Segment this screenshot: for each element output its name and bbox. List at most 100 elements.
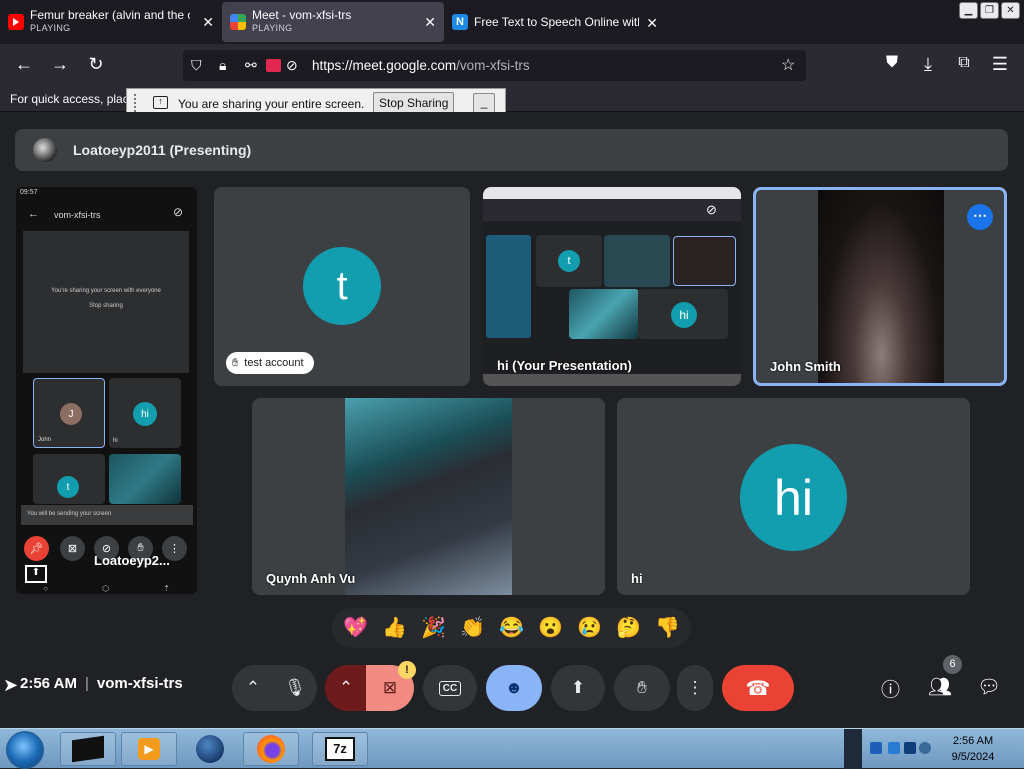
action-center-icon[interactable] <box>904 742 916 754</box>
pin-icon: 📌︎ <box>24 536 49 561</box>
phone-mini-tile-john: J John <box>33 378 105 448</box>
tab-title: Meet - vom-xfsi-trs <box>252 9 352 22</box>
microphone-icon: 🎙︎ <box>284 678 306 697</box>
tile-test-account[interactable]: t ✋︎ test account <box>214 187 470 386</box>
participant-count-badge: 6 <box>943 655 962 674</box>
chevron-up-icon: ⌃ <box>338 678 354 697</box>
captions-button[interactable]: CC <box>423 665 477 711</box>
reaction-sad-button[interactable]: 😢 <box>577 618 602 638</box>
sharing-message: You are sharing your entire screen. <box>178 97 365 111</box>
audio-options-button[interactable]: ⌃ <box>232 665 274 711</box>
presentation-mini-tile-john <box>673 236 736 286</box>
reaction-surprised-button[interactable]: 😮 <box>538 618 563 638</box>
meeting-time: 2:56 AM <box>20 675 77 692</box>
tab-title: Femur breaker (alvin and the ch <box>30 9 190 22</box>
permissions-icon[interactable]: ⚯ <box>245 57 257 74</box>
tile-your-presentation[interactable]: ⊘ t hi hi (Your Presentation) <box>483 187 741 386</box>
reaction-thinking-button[interactable]: 🤔 <box>616 618 641 638</box>
screen-share-indicator-icon[interactable] <box>266 59 281 72</box>
share-screen-icon: ↑ <box>153 96 168 109</box>
avatar: hi <box>133 402 157 426</box>
url-text[interactable]: https://meet.google.com/vom-xfsi-trs <box>312 58 530 73</box>
tile-phone-presenter[interactable]: 09:57 ← vom-xfsi-trs ⊘ You're sharing yo… <box>16 187 197 594</box>
tile-name: hi <box>631 571 643 586</box>
tray-overflow[interactable] <box>844 729 862 769</box>
phone-room-title: vom-xfsi-trs <box>54 210 101 220</box>
tab-femur-breaker[interactable]: Femur breaker (alvin and the ch PLAYING … <box>0 2 222 42</box>
presentation-sidebar-thumb <box>486 235 531 338</box>
reaction-party-button[interactable]: 🎉 <box>421 618 446 638</box>
reaction-thumbs-up-button[interactable]: 👍 <box>382 618 407 638</box>
phone-sharing-text: You're sharing your screen with everyone <box>51 288 161 294</box>
reaction-thumbs-down-button[interactable]: 👎 <box>655 618 680 638</box>
chat-icon[interactable]: 💬︎ <box>977 675 1001 699</box>
firefox-icon[interactable] <box>243 732 299 766</box>
more-options-button[interactable]: ⋮ <box>677 665 713 711</box>
reaction-heart-button[interactable]: 💖 <box>343 618 368 638</box>
network-icon[interactable] <box>870 742 882 754</box>
hand-icon: ✋︎ <box>232 356 239 369</box>
reaction-laugh-button[interactable]: 😂 <box>499 618 524 638</box>
leave-call-button[interactable]: ☎︎ <box>722 665 794 711</box>
tile-name: Quynh Anh Vu <box>266 571 356 586</box>
tile-name: hi (Your Presentation) <box>497 358 632 373</box>
start-button[interactable] <box>6 731 44 769</box>
drag-handle[interactable] <box>134 94 136 112</box>
downloads-icon[interactable]: ⤓ <box>917 54 939 75</box>
display-icon[interactable] <box>888 742 900 754</box>
pocket-icon[interactable]: ⛊ <box>881 54 903 72</box>
tile-quynh-anh-vu[interactable]: Quynh Anh Vu <box>252 398 605 595</box>
media-player-icon[interactable]: ▶ <box>121 732 177 766</box>
raise-hand-button[interactable]: ✋︎ <box>614 665 670 711</box>
minimize-window-icon[interactable]: ▁ <box>959 2 978 19</box>
john-video-feed <box>818 190 944 383</box>
tile-hi[interactable]: hi hi <box>617 398 970 595</box>
clock-date: 9/5/2024 <box>951 751 995 763</box>
globe-icon[interactable] <box>182 732 238 766</box>
taskbar-clock[interactable]: 2:56 AM 9/5/2024 <box>934 733 1012 765</box>
more-options-button[interactable]: ⋯ <box>967 204 993 230</box>
hand-icon: ✋︎ <box>637 678 647 697</box>
navigation-toolbar: ← → ↻ ⛉ 🔒︎ ⚯ ⊘ https://meet.google.com/v… <box>0 44 1024 86</box>
reload-icon[interactable]: ↻ <box>85 54 107 75</box>
back-icon[interactable]: ← <box>13 54 35 75</box>
shield-icon[interactable]: ⛉ <box>191 57 202 74</box>
presentation-taskbar <box>483 374 741 386</box>
forward-icon[interactable]: → <box>49 54 71 75</box>
tab-text-to-speech[interactable]: N Free Text to Speech Online with ✕ <box>444 2 666 42</box>
7zip-icon[interactable]: 7z <box>312 732 368 766</box>
video-options-button[interactable]: ⌃ <box>325 665 367 711</box>
mini-name: hi <box>113 438 118 444</box>
tile-name: test account <box>244 357 304 369</box>
phone-status-time: 09:57 <box>20 189 38 196</box>
emoji-reactions-button[interactable]: ☻ <box>486 665 542 711</box>
address-bar[interactable]: ⛉ 🔒︎ ⚯ ⊘ https://meet.google.com/vom-xfs… <box>183 50 806 81</box>
microphone-button[interactable]: 🎙︎ <box>273 665 317 711</box>
tab-meet[interactable]: Meet - vom-xfsi-trs PLAYING ✕ <box>222 2 444 42</box>
phone-stop-sharing: Stop sharing <box>89 303 123 309</box>
bookmark-star-icon[interactable]: ☆ <box>781 55 795 75</box>
people-icon[interactable]: 👥︎ <box>928 675 952 699</box>
lock-icon[interactable]: 🔒︎ <box>219 57 226 74</box>
meeting-details-icon[interactable]: ⓘ <box>881 675 900 702</box>
extensions-icon[interactable]: ⧉ <box>953 54 975 72</box>
present-screen-button[interactable]: ⬆ <box>551 665 605 711</box>
raised-hand-chip: ✋︎ test account <box>226 352 314 374</box>
restore-window-icon[interactable]: ❐ <box>980 2 999 19</box>
menu-icon[interactable]: ☰ <box>989 54 1011 75</box>
minimize-indicator-button[interactable]: _ <box>473 93 495 114</box>
mic-blocked-icon[interactable]: ⊘ <box>286 57 298 74</box>
chevron-up-icon: ⌃ <box>245 678 261 697</box>
tile-john-smith[interactable]: ⋯ John Smith <box>753 187 1007 386</box>
end-call-icon: ☎︎ <box>745 677 771 700</box>
close-tab-icon[interactable]: ✕ <box>202 14 214 31</box>
tile-name: John Smith <box>770 359 841 374</box>
volume-icon[interactable] <box>919 742 931 754</box>
close-tab-icon[interactable]: ✕ <box>646 15 658 32</box>
avatar: t <box>303 247 381 325</box>
terminal-icon[interactable] <box>60 732 116 766</box>
captions-icon: CC <box>438 680 462 696</box>
close-tab-icon[interactable]: ✕ <box>424 14 436 31</box>
close-window-icon[interactable]: ✕ <box>1001 2 1020 19</box>
reaction-clap-button[interactable]: 👏 <box>460 618 485 638</box>
